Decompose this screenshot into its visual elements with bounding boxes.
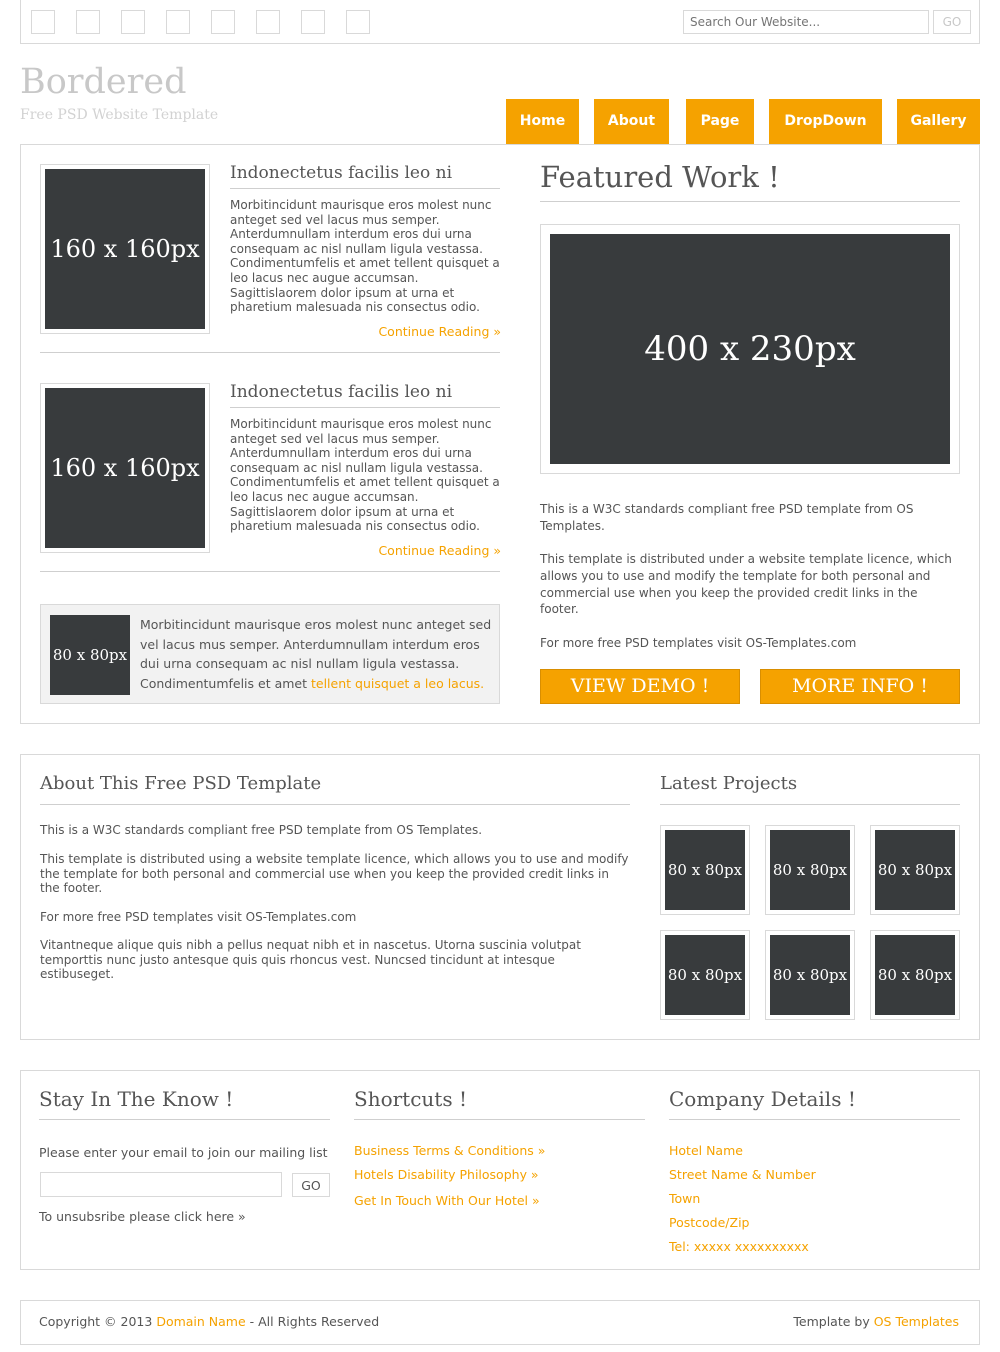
- image-placeholder: 160 x 160px: [45, 169, 205, 329]
- top-bar: GO: [20, 0, 980, 44]
- divider: [230, 407, 500, 408]
- continue-reading-link[interactable]: Continue Reading »: [330, 324, 501, 339]
- image-placeholder: 80 x 80px: [665, 935, 745, 1015]
- search-button[interactable]: GO: [933, 10, 971, 34]
- continue-reading-link[interactable]: Continue Reading »: [330, 543, 501, 558]
- post-excerpt: Morbitincidunt maurisque eros molest nun…: [230, 198, 500, 315]
- company-title: Company Details !: [669, 1087, 856, 1111]
- post-title[interactable]: Indonectetus facilis leo ni: [230, 163, 452, 183]
- domain-link[interactable]: Domain Name: [156, 1314, 245, 1329]
- image-placeholder: 80 x 80px: [770, 830, 850, 910]
- site-title[interactable]: Bordered: [20, 62, 187, 102]
- divider: [40, 571, 500, 572]
- featured-paragraph: This is a W3C standards compliant free P…: [540, 502, 914, 533]
- copyright-bar: Copyright © 2013 Domain Name - All Right…: [20, 1300, 980, 1345]
- site-tagline: Free PSD Website Template: [20, 107, 219, 123]
- social-icon[interactable]: [31, 10, 55, 34]
- divider: [40, 804, 630, 805]
- image-placeholder: 80 x 80px: [875, 935, 955, 1015]
- nav-dropdown[interactable]: DropDown: [769, 99, 882, 144]
- newsletter-email-input[interactable]: [40, 1172, 282, 1197]
- unsubscribe-link[interactable]: To unsubsribe please click here »: [39, 1209, 246, 1224]
- newsletter-intro: Please enter your email to join our mail…: [39, 1145, 328, 1160]
- social-icon[interactable]: [211, 10, 235, 34]
- featured-title: Featured Work !: [540, 160, 780, 194]
- callout-text: Morbitincidunt maurisque eros molest nun…: [140, 615, 496, 693]
- project-thumbnail[interactable]: 80 x 80px: [765, 930, 855, 1020]
- project-thumbnail[interactable]: 80 x 80px: [765, 825, 855, 915]
- image-placeholder: 400 x 230px: [550, 234, 950, 464]
- about-paragraph: Vitantneque alique quis nibh a pellus ne…: [40, 938, 581, 982]
- footer-widgets: Stay In The Know ! Please enter your ema…: [20, 1070, 980, 1270]
- os-templates-link[interactable]: OS Templates: [874, 1314, 959, 1329]
- post-thumbnail[interactable]: 160 x 160px: [40, 164, 210, 334]
- newsletter-go-button[interactable]: GO: [292, 1173, 330, 1197]
- featured-image-frame[interactable]: 400 x 230px: [540, 224, 960, 474]
- social-icon[interactable]: [166, 10, 190, 34]
- image-placeholder: 160 x 160px: [45, 388, 205, 548]
- featured-paragraph: For more free PSD templates visit OS-Tem…: [540, 636, 857, 650]
- projects-title: Latest Projects: [660, 773, 798, 794]
- nav-page[interactable]: Page: [686, 99, 754, 144]
- divider: [669, 1119, 960, 1120]
- image-placeholder: 80 x 80px: [665, 830, 745, 910]
- project-thumbnail[interactable]: 80 x 80px: [660, 825, 750, 915]
- project-thumbnail[interactable]: 80 x 80px: [660, 930, 750, 1020]
- nav-about[interactable]: About: [594, 99, 669, 144]
- shortcut-link[interactable]: Business Terms & Conditions »: [354, 1143, 545, 1158]
- divider: [660, 804, 960, 805]
- divider: [39, 1119, 330, 1120]
- about-paragraph: For more free PSD templates visit OS-Tem…: [40, 910, 357, 924]
- divider: [540, 201, 960, 202]
- about-paragraph: This template is distributed using a web…: [40, 852, 629, 896]
- copyright-prefix: Copyright © 2013: [39, 1314, 157, 1329]
- main-content: 160 x 160px Indonectetus facilis leo ni …: [20, 144, 980, 724]
- post-excerpt: Morbitincidunt maurisque eros molest nun…: [230, 417, 500, 534]
- image-placeholder: 80 x 80px: [50, 615, 130, 695]
- project-thumbnail[interactable]: 80 x 80px: [870, 930, 960, 1020]
- image-placeholder: 80 x 80px: [770, 935, 850, 1015]
- company-phone[interactable]: Tel: xxxxx xxxxxxxxxx: [669, 1239, 809, 1254]
- social-icon[interactable]: [256, 10, 280, 34]
- copyright-suffix: - All Rights Reserved: [245, 1314, 380, 1329]
- divider: [354, 1119, 645, 1120]
- copyright-text: Copyright © 2013 Domain Name - All Right…: [39, 1314, 379, 1329]
- template-credit: Template by OS Templates: [793, 1314, 959, 1329]
- post-title[interactable]: Indonectetus facilis leo ni: [230, 382, 452, 402]
- about-section: About This Free PSD Template This is a W…: [20, 754, 980, 1040]
- company-hotel-name[interactable]: Hotel Name: [669, 1143, 743, 1158]
- newsletter-title: Stay In The Know !: [39, 1087, 234, 1111]
- shortcuts-title: Shortcuts !: [354, 1087, 467, 1111]
- about-paragraph: This is a W3C standards compliant free P…: [40, 823, 483, 837]
- social-icon[interactable]: [301, 10, 325, 34]
- company-town[interactable]: Town: [669, 1191, 700, 1206]
- callout-box: 80 x 80px Morbitincidunt maurisque eros …: [40, 604, 500, 704]
- about-title: About This Free PSD Template: [40, 773, 322, 794]
- company-postcode[interactable]: Postcode/Zip: [669, 1215, 749, 1230]
- social-icon[interactable]: [76, 10, 100, 34]
- view-demo-button[interactable]: VIEW DEMO !: [540, 669, 740, 704]
- more-info-button[interactable]: MORE INFO !: [760, 669, 960, 704]
- social-icon[interactable]: [346, 10, 370, 34]
- search-input[interactable]: [683, 10, 929, 34]
- divider: [230, 188, 500, 189]
- divider: [40, 352, 500, 353]
- image-placeholder: 80 x 80px: [875, 830, 955, 910]
- nav-gallery[interactable]: Gallery: [897, 99, 980, 144]
- callout-link[interactable]: tellent quisquet a leo lacus.: [311, 676, 484, 691]
- post-thumbnail[interactable]: 160 x 160px: [40, 383, 210, 553]
- social-icon[interactable]: [121, 10, 145, 34]
- nav-home[interactable]: Home: [506, 99, 579, 144]
- company-street[interactable]: Street Name & Number: [669, 1167, 816, 1182]
- template-prefix: Template by: [793, 1314, 874, 1329]
- project-thumbnail[interactable]: 80 x 80px: [870, 825, 960, 915]
- shortcut-link[interactable]: Hotels Disability Philosophy »: [354, 1167, 539, 1182]
- shortcut-link[interactable]: Get In Touch With Our Hotel »: [354, 1193, 540, 1208]
- featured-paragraph: This template is distributed under a web…: [540, 552, 952, 617]
